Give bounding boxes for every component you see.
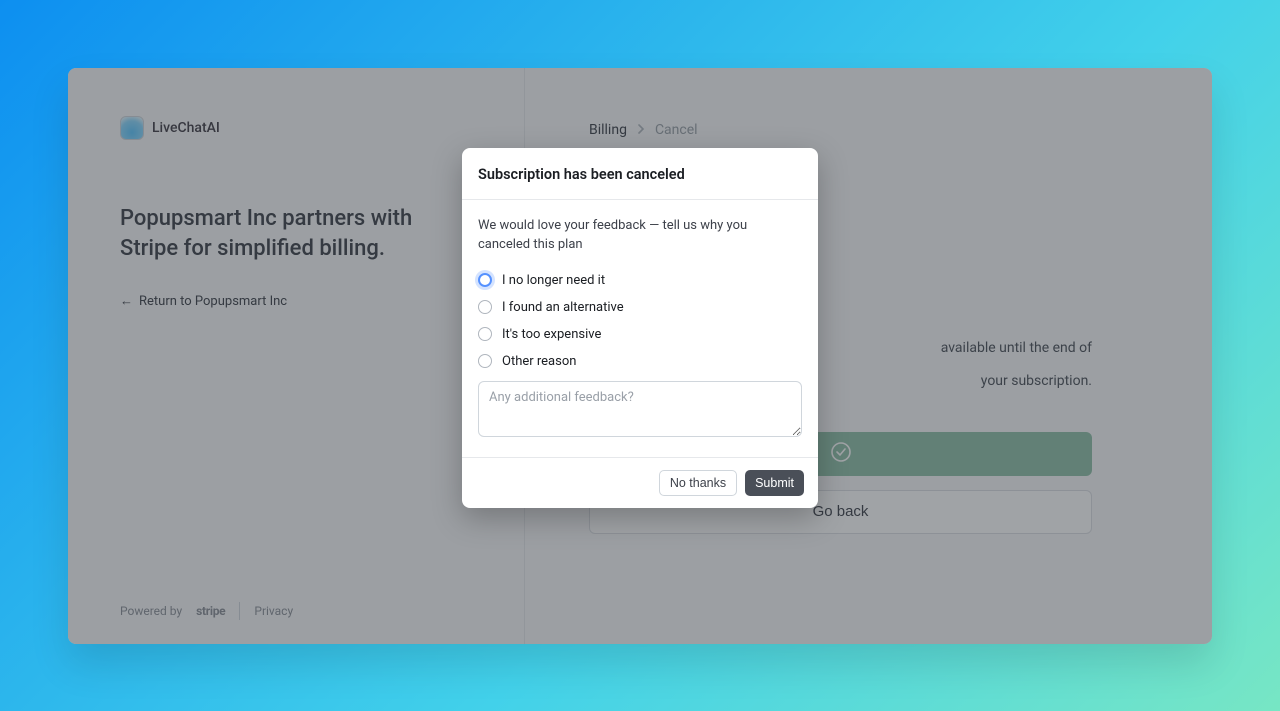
- modal-title: Subscription has been canceled: [478, 166, 802, 183]
- modal-description: We would love your feedback — tell us wh…: [478, 216, 802, 255]
- radio-icon: [478, 354, 492, 368]
- radio-icon: [478, 327, 492, 341]
- modal-header: Subscription has been canceled: [462, 148, 818, 200]
- modal-footer: No thanks Submit: [462, 457, 818, 508]
- modal-body: We would love your feedback — tell us wh…: [462, 200, 818, 457]
- feedback-textarea[interactable]: [478, 381, 802, 437]
- radio-icon: [478, 300, 492, 314]
- reason-label: I found an alternative: [502, 300, 624, 315]
- billing-portal-card: LiveChatAI Popupsmart Inc partners with …: [68, 68, 1212, 644]
- reason-option-alternative[interactable]: I found an alternative: [478, 300, 802, 315]
- reason-label: I no longer need it: [502, 273, 605, 288]
- no-thanks-button[interactable]: No thanks: [659, 470, 737, 496]
- reason-label: Other reason: [502, 354, 576, 369]
- reason-option-no-longer-need[interactable]: I no longer need it: [478, 273, 802, 288]
- submit-button[interactable]: Submit: [745, 470, 804, 496]
- reason-option-expensive[interactable]: It's too expensive: [478, 327, 802, 342]
- modal-overlay: Subscription has been canceled We would …: [68, 68, 1212, 644]
- reason-option-other[interactable]: Other reason: [478, 354, 802, 369]
- radio-icon: [478, 273, 492, 287]
- reason-label: It's too expensive: [502, 327, 601, 342]
- cancel-feedback-modal: Subscription has been canceled We would …: [462, 148, 818, 508]
